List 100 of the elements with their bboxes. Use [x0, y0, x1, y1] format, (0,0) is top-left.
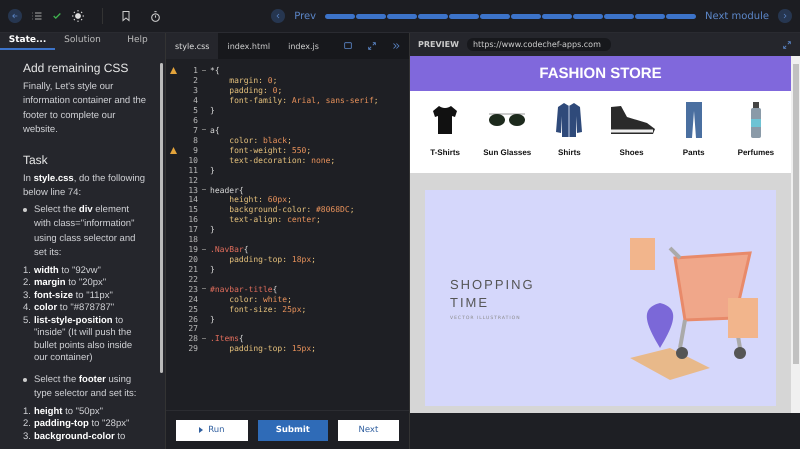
line-number: 21 — [187, 264, 198, 274]
code-line: } — [210, 166, 215, 175]
line-number: 19 — [187, 245, 198, 254]
product-label[interactable]: T-Shirts — [430, 147, 460, 158]
file-tab[interactable]: index.js — [279, 33, 328, 59]
lesson-title: Add remaining CSS — [23, 60, 130, 76]
fold-icon[interactable] — [202, 248, 206, 251]
file-tab[interactable]: index.html — [218, 33, 280, 59]
expand-icon — [367, 41, 377, 51]
code-line: .NavBar{ — [210, 245, 249, 254]
product-label[interactable]: Pants — [682, 147, 705, 158]
task-intro: In style.css, do the following below line 74: — [23, 172, 146, 200]
product-label[interactable]: Shirts — [558, 147, 581, 158]
step-text: background-color to — [34, 430, 126, 443]
task-item: Select the div element with class="information" using class selector and set its: — [34, 202, 136, 260]
code-line: color: black; — [228, 136, 292, 145]
line-number: 12 — [187, 176, 198, 185]
sun-icon — [71, 9, 85, 23]
code-line: .Items{ — [210, 334, 244, 344]
expand-icon — [782, 40, 792, 50]
line-number: 22 — [187, 274, 198, 284]
line-number: 24 — [187, 294, 198, 304]
line-number: 18 — [187, 235, 198, 244]
code-line: } — [210, 106, 215, 116]
lesson-intro: Finally, Let's style our information container and the footer to complete our website. — [23, 80, 147, 137]
code-line: text-decoration: none; — [228, 156, 336, 165]
code-line: header{ — [210, 186, 244, 195]
line-number: 4 — [192, 96, 198, 106]
task-title: Task — [23, 152, 49, 168]
next-button[interactable]: Next — [338, 420, 399, 440]
panel-tab[interactable]: State... — [0, 33, 55, 50]
fold-icon[interactable] — [202, 70, 206, 72]
fold-icon[interactable] — [202, 189, 206, 192]
fold-icon[interactable] — [202, 129, 206, 132]
run-button[interactable]: Run — [176, 420, 248, 440]
code-line: margin: 0; — [228, 76, 278, 86]
step-number: 2. — [23, 418, 31, 430]
product-label[interactable]: Shoes — [620, 147, 644, 158]
code-line: #navbar-title{ — [210, 284, 278, 294]
line-number: 6 — [192, 116, 198, 126]
bullet-icon — [23, 378, 27, 382]
line-number: 20 — [187, 254, 198, 264]
fold-icon[interactable] — [202, 288, 206, 290]
sunglasses-icon — [487, 111, 528, 129]
product-label[interactable]: Perfumes — [738, 147, 774, 158]
step-text: width to "92vw" — [34, 264, 101, 277]
play-icon — [199, 427, 204, 433]
chevron-right-icon — [781, 12, 789, 20]
submit-button[interactable]: Submit — [258, 420, 328, 440]
line-number: 10 — [187, 156, 198, 165]
banner-title: SHOPPING TIME — [450, 276, 536, 312]
code-line: } — [210, 264, 215, 274]
code-line: color: white; — [228, 294, 292, 304]
timer-icon — [149, 10, 162, 22]
jeans-icon — [684, 101, 703, 139]
step-number: 3. — [23, 290, 31, 302]
next-button[interactable] — [778, 9, 792, 23]
line-number: 8 — [192, 136, 198, 145]
line-number: 26 — [187, 314, 198, 324]
step-text: color to "#878787" — [34, 302, 114, 314]
line-number: 9 — [192, 146, 198, 155]
panel-tab[interactable]: Help — [110, 33, 165, 50]
product-label[interactable]: Sun Glasses — [483, 147, 532, 158]
line-number: 28 — [187, 334, 198, 344]
url-field[interactable]: https://www.codechef-apps.com — [466, 38, 611, 51]
line-number: 3 — [192, 86, 198, 96]
panel-tab[interactable]: Solution — [55, 33, 110, 50]
line-number: 13 — [187, 186, 198, 195]
shirt-icon — [555, 102, 584, 138]
scrollbar[interactable] — [160, 63, 163, 373]
fold-icon[interactable] — [202, 338, 206, 340]
task-item: Select the footer using type selector and set its: — [34, 372, 138, 401]
code-line: padding-top: 15px; — [228, 344, 316, 354]
line-number: 23 — [187, 284, 198, 294]
step-number: 1. — [23, 406, 31, 418]
line-number: 15 — [187, 205, 198, 214]
next-module-link[interactable]: Next module — [705, 10, 769, 22]
step-number: 3. — [23, 430, 31, 443]
line-number: 2 — [192, 76, 198, 86]
previous-button[interactable] — [271, 9, 286, 23]
list-icon — [31, 10, 43, 22]
code-line: background-color: #8068DC; — [228, 205, 355, 214]
line-number: 7 — [192, 126, 198, 135]
scrollbar[interactable] — [791, 56, 800, 413]
step-number: 5. — [23, 314, 31, 328]
code-line: } — [210, 225, 215, 234]
back-button[interactable] — [8, 9, 22, 23]
step-text: height to "50px" — [34, 406, 103, 418]
line-number: 16 — [187, 215, 198, 224]
line-number: 25 — [187, 304, 198, 314]
step-text: list-style-position to "inside" (It will push the bullet points also inside our container) — [34, 314, 134, 364]
store-title: FASHION STORE — [539, 65, 662, 82]
line-number: 14 — [187, 195, 198, 204]
arrow-left-icon — [11, 12, 19, 20]
spray-bottle-icon — [750, 101, 762, 139]
prev-link[interactable]: Prev — [294, 10, 316, 22]
code-line: a{ — [210, 126, 220, 135]
bullet-icon — [23, 208, 27, 212]
code-line: font-family: Arial, sans-serif; — [228, 96, 379, 106]
file-tab[interactable]: style.css — [166, 33, 218, 59]
